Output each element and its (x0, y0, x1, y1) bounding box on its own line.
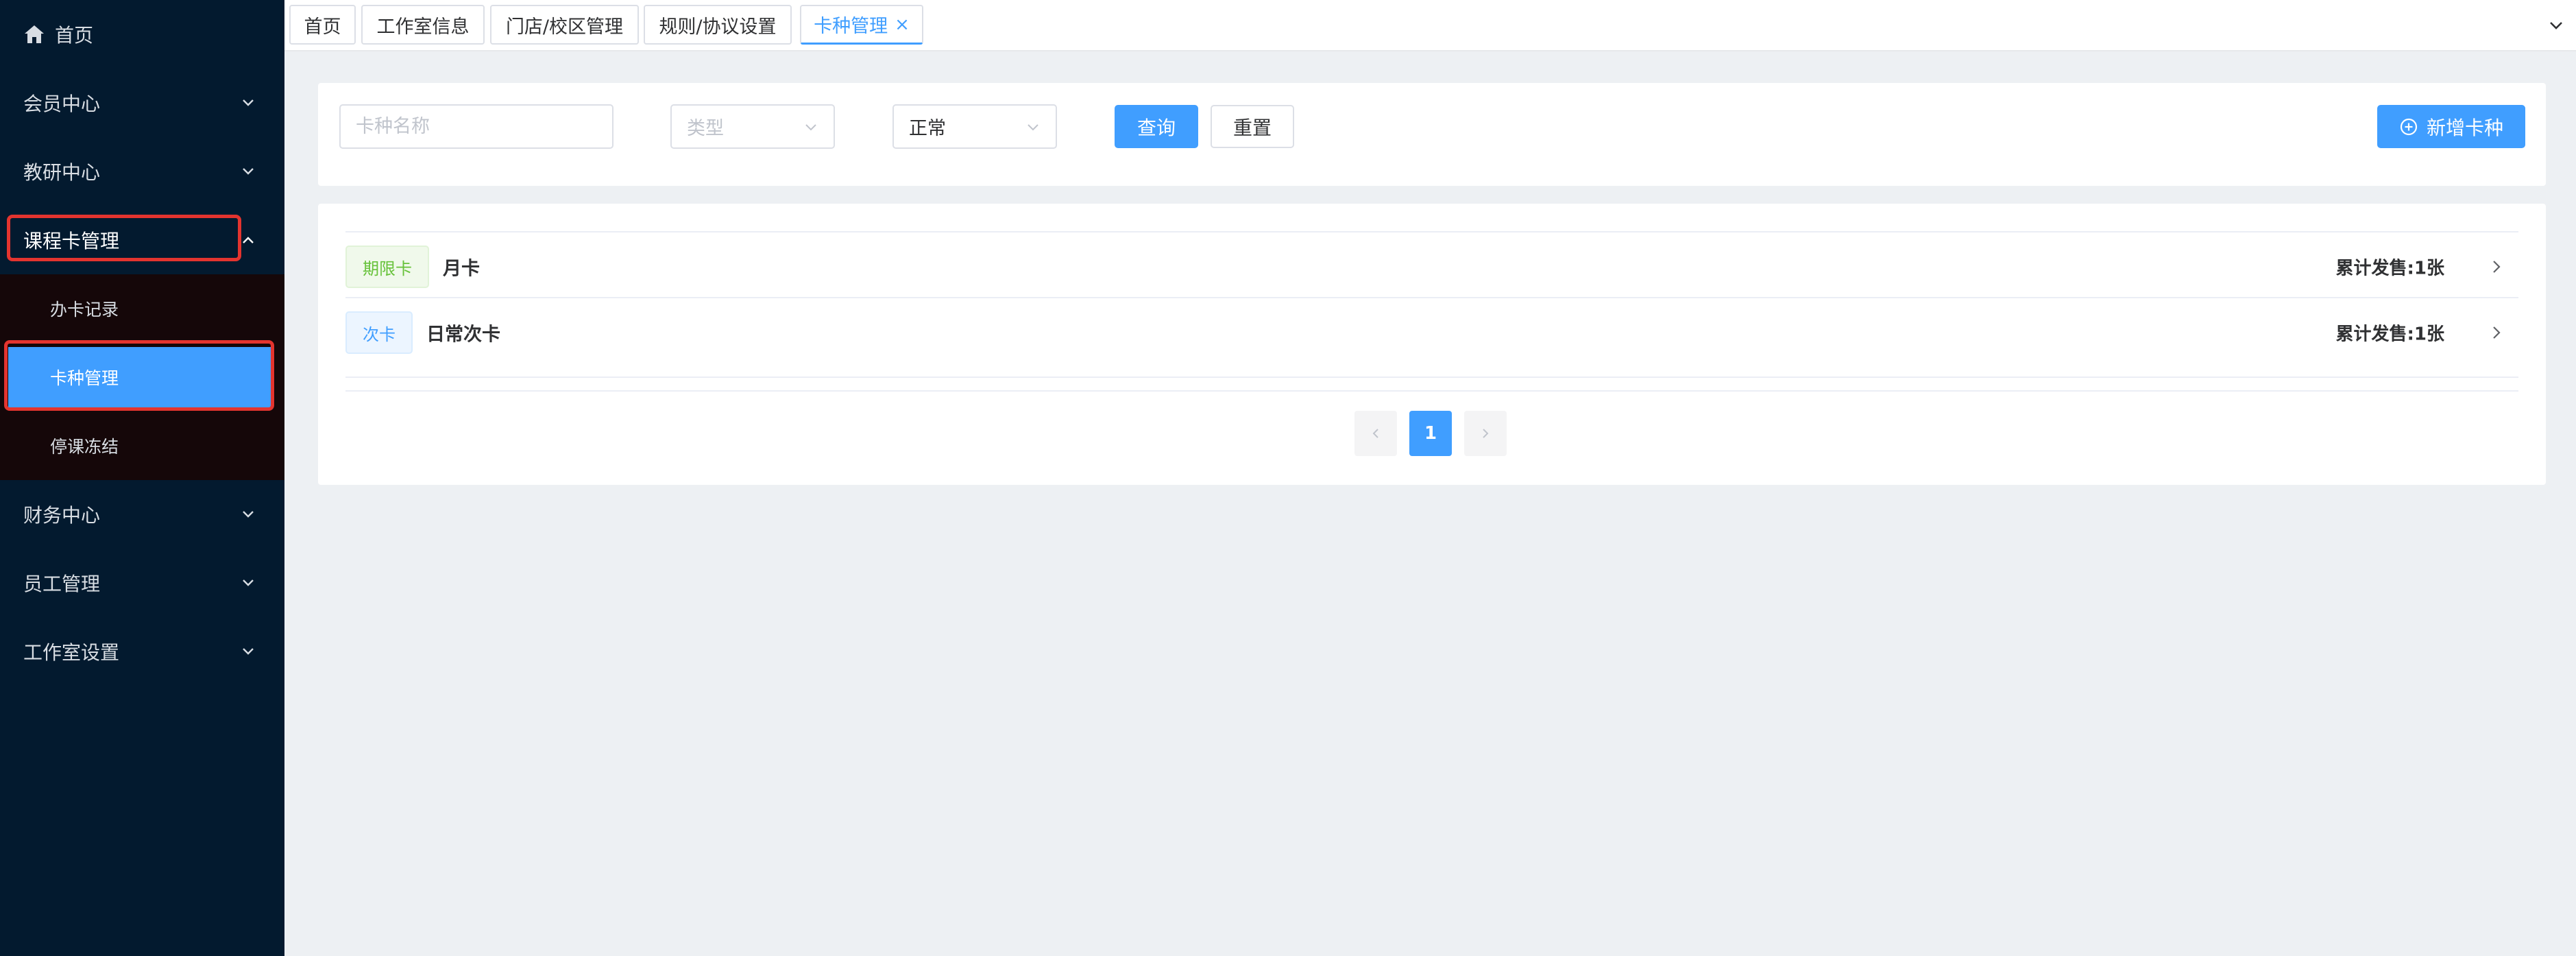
type-select[interactable]: 类型 (670, 104, 835, 149)
query-button-label: 查询 (1137, 116, 1176, 139)
sidebar-item-label: 卡种管理 (50, 368, 119, 388)
card-name: 月卡 (443, 258, 480, 280)
add-card-type-button[interactable]: 新增卡种 (2377, 105, 2525, 148)
status-select-value: 正常 (909, 118, 946, 139)
home-icon (23, 23, 45, 45)
list-divider (345, 377, 2518, 378)
sidebar-submenu: 办卡记录 卡种管理 停课冻结 (0, 274, 284, 480)
sidebar-item-label: 停课冻结 (50, 437, 119, 457)
plus-circle-icon (2399, 117, 2418, 136)
tab-store-campus[interactable]: 门店/校区管理 (490, 5, 639, 45)
chevron-right-icon (2488, 259, 2505, 275)
sidebar: 首页 会员中心 教研中心 课程卡管理 办卡记录 卡种管理 停课冻结 财务中心 员… (0, 0, 284, 956)
chevron-left-icon (1372, 429, 1378, 438)
card-type-tag: 次卡 (345, 311, 413, 354)
chevron-down-icon (1025, 119, 1041, 134)
sidebar-item-card-types[interactable]: 卡种管理 (8, 347, 271, 407)
card-type-list: 期限卡 月卡 累计发售:1张 次卡 日常次卡 累计发售:1张 1 (318, 204, 2546, 485)
sidebar-group-teaching[interactable]: 教研中心 (0, 137, 284, 206)
sales-count: 累计发售:1张 (2335, 258, 2445, 279)
tab-label: 门店/校区管理 (505, 16, 624, 38)
list-item[interactable]: 次卡 日常次卡 累计发售:1张 (345, 297, 2518, 377)
reset-button[interactable]: 重置 (1211, 105, 1294, 148)
chevron-up-icon (239, 231, 257, 249)
card-name-input[interactable] (339, 104, 613, 149)
list-divider (345, 390, 2518, 392)
sidebar-group-label: 财务中心 (23, 504, 101, 527)
sidebar-group-course-card[interactable]: 课程卡管理 (0, 206, 284, 274)
query-button[interactable]: 查询 (1115, 105, 1198, 148)
sidebar-group-member[interactable]: 会员中心 (0, 69, 284, 137)
page-number-button[interactable]: 1 (1409, 411, 1452, 456)
chevron-down-icon (239, 643, 257, 660)
add-card-type-label: 新增卡种 (2426, 116, 2503, 139)
tab-bar: 首页 工作室信息 门店/校区管理 规则/协议设置 卡种管理 × (284, 0, 2576, 51)
sidebar-group-staff[interactable]: 员工管理 (0, 549, 284, 617)
tab-rules-agreement[interactable]: 规则/协议设置 (644, 5, 792, 45)
sidebar-item-home[interactable]: 首页 (0, 0, 284, 69)
sales-count: 累计发售:1张 (2335, 324, 2445, 345)
tab-home[interactable]: 首页 (289, 5, 356, 45)
sidebar-group-label: 工作室设置 (23, 641, 120, 664)
card-type-tag: 期限卡 (345, 246, 429, 288)
sidebar-group-label: 课程卡管理 (23, 230, 120, 252)
tab-studio-info[interactable]: 工作室信息 (361, 5, 485, 45)
chevron-right-icon (1483, 429, 1489, 438)
sidebar-item-suspend-freeze[interactable]: 停课冻结 (0, 411, 284, 480)
reset-button-label: 重置 (1232, 116, 1272, 139)
tab-label: 规则/协议设置 (659, 16, 777, 38)
status-select[interactable]: 正常 (892, 104, 1057, 149)
chevron-down-icon (239, 94, 257, 112)
prev-page-button[interactable] (1354, 411, 1397, 456)
sidebar-group-label: 会员中心 (23, 93, 101, 115)
tab-label: 首页 (304, 16, 341, 38)
chevron-down-icon (239, 505, 257, 523)
card-name: 日常次卡 (426, 324, 500, 346)
filter-panel: 类型 正常 查询 重置 新增卡种 (318, 83, 2546, 186)
tab-card-types[interactable]: 卡种管理 × (800, 5, 923, 45)
chevron-down-icon (803, 119, 818, 134)
tab-label: 工作室信息 (376, 16, 470, 38)
type-select-placeholder: 类型 (687, 118, 724, 139)
chevron-right-icon (2488, 324, 2505, 341)
sidebar-group-label: 员工管理 (23, 573, 101, 595)
chevron-down-icon[interactable] (2546, 15, 2566, 36)
close-icon[interactable]: × (895, 14, 910, 35)
sidebar-group-label: 教研中心 (23, 161, 101, 184)
tab-label: 卡种管理 (814, 16, 888, 37)
sidebar-item-card-records[interactable]: 办卡记录 (0, 274, 284, 343)
sidebar-group-studio-settings[interactable]: 工作室设置 (0, 617, 284, 686)
chevron-down-icon (239, 163, 257, 180)
sidebar-item-label: 首页 (55, 24, 94, 47)
sidebar-item-label: 办卡记录 (50, 300, 119, 320)
sidebar-group-finance[interactable]: 财务中心 (0, 480, 284, 549)
card-name-field[interactable] (356, 116, 612, 137)
chevron-down-icon (239, 574, 257, 592)
next-page-button[interactable] (1464, 411, 1507, 456)
